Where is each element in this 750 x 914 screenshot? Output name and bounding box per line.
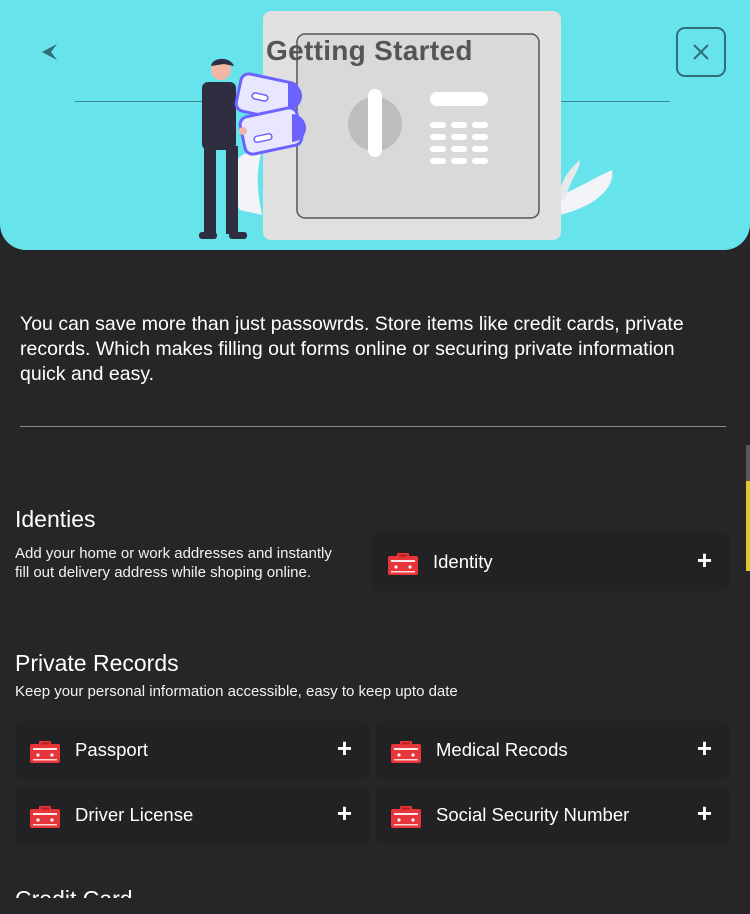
id-card-icon [30, 741, 60, 763]
add-driver-license-button[interactable]: + [337, 800, 352, 826]
add-ssn-card[interactable]: Social Security Number + [376, 786, 730, 844]
card-label: Identity [433, 551, 493, 572]
identities-description: Add your home or work addresses and inst… [15, 545, 332, 581]
close-button[interactable] [676, 27, 726, 77]
intro-text: You can save more than just passowrds. S… [20, 313, 684, 385]
id-card-icon [30, 806, 60, 828]
id-card-icon [388, 553, 418, 575]
add-identity-card[interactable]: Identity + [373, 533, 730, 591]
card-label: Medical Recods [436, 739, 568, 760]
id-card-icon [391, 741, 421, 763]
close-icon [693, 44, 709, 60]
add-passport-card[interactable]: Passport + [15, 721, 370, 779]
hero-banner: Getting Started [0, 0, 750, 250]
back-arrow-icon[interactable] [38, 40, 62, 64]
credit-card-title: Credit Card [15, 886, 133, 898]
card-label: Passport [75, 739, 149, 760]
add-ssn-button[interactable]: + [697, 800, 712, 826]
add-driver-license-card[interactable]: Driver License + [15, 786, 370, 844]
private-records-description: Keep your personal information accessibl… [15, 683, 458, 700]
private-records-title: Private Records [15, 650, 179, 676]
add-passport-button[interactable]: + [337, 735, 352, 761]
card-label: Driver License [75, 804, 194, 825]
add-medical-records-card[interactable]: Medical Recods + [376, 721, 730, 779]
add-identity-button[interactable]: + [697, 547, 712, 573]
identities-title: Identies [15, 506, 96, 532]
bottom-edge [0, 898, 750, 914]
divider [20, 426, 726, 427]
id-card-icon [391, 806, 421, 828]
add-medical-records-button[interactable]: + [697, 735, 712, 761]
card-label: Social Security Number [436, 804, 630, 825]
page-title: Getting Started [266, 35, 473, 66]
scrollbar-track[interactable] [746, 445, 750, 481]
scrollbar-thumb[interactable] [746, 481, 750, 571]
